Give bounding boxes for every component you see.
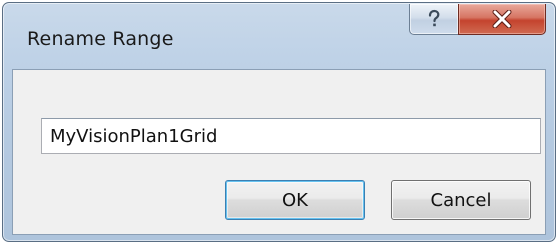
range-name-input[interactable] [41,118,541,154]
close-x-icon [492,10,512,28]
dialog-title: Rename Range [27,28,174,50]
cancel-button[interactable]: Cancel [391,180,531,220]
help-button[interactable] [409,4,459,35]
dialog-body: OK Cancel [12,69,546,235]
title-bar[interactable]: Rename Range [3,3,555,63]
ok-button[interactable]: OK [225,180,365,220]
question-mark-icon [428,9,440,27]
close-button[interactable] [458,4,546,35]
rename-range-dialog: Rename Range OK Cancel [2,2,556,242]
